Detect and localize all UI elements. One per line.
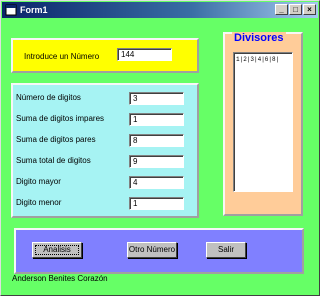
title-bar[interactable]: Form1 _ □ ×	[2, 2, 318, 18]
form-client-area: Introduce un Número 144 Número de digito…	[2, 18, 318, 295]
stats-panel: Número de digitos 3 Suma de digitos impa…	[11, 83, 199, 218]
divisores-list[interactable]: 1|2|3|4|6|8|	[233, 52, 293, 192]
number-input-panel: Introduce un Número 144	[11, 38, 199, 73]
odd-sum-label: Suma de digitos impares	[16, 114, 105, 123]
divisores-title: Divisores	[232, 32, 286, 44]
total-sum-label: Suma total de digitos	[16, 156, 91, 165]
close-button[interactable]: ×	[303, 4, 316, 15]
analysis-button[interactable]: Analisis	[32, 242, 82, 258]
app-icon	[5, 4, 17, 16]
form1-window: Form1 _ □ × Introduce un Número 144 Núme…	[0, 0, 320, 296]
maximize-button[interactable]: □	[289, 4, 302, 15]
divisores-panel: Divisores 1|2|3|4|6|8|	[223, 32, 303, 216]
odd-sum-field[interactable]: 1	[129, 113, 184, 126]
digit-count-label: Número de digitos	[16, 93, 81, 102]
even-sum-field[interactable]: 8	[129, 134, 184, 147]
max-digit-label: Digito mayor	[16, 177, 61, 186]
min-digit-label: Digito menor	[16, 198, 62, 207]
total-sum-field[interactable]: 9	[129, 155, 184, 168]
min-digit-field[interactable]: 1	[129, 197, 184, 210]
number-label: Introduce un Número	[24, 52, 100, 61]
action-buttons-panel: Analisis Otro Número Salir	[14, 228, 304, 274]
max-digit-field[interactable]: 4	[129, 176, 184, 189]
window-controls: _ □ ×	[275, 4, 316, 15]
exit-button[interactable]: Salir	[206, 242, 246, 258]
window-title: Form1	[20, 5, 48, 15]
digit-count-field[interactable]: 3	[129, 92, 184, 105]
other-number-button[interactable]: Otro Número	[127, 242, 177, 258]
author-label: Anderson Benites Corazón	[12, 274, 108, 283]
minimize-button[interactable]: _	[275, 4, 288, 15]
even-sum-label: Suma de digitos pares	[16, 135, 96, 144]
number-input[interactable]: 144	[117, 48, 172, 61]
